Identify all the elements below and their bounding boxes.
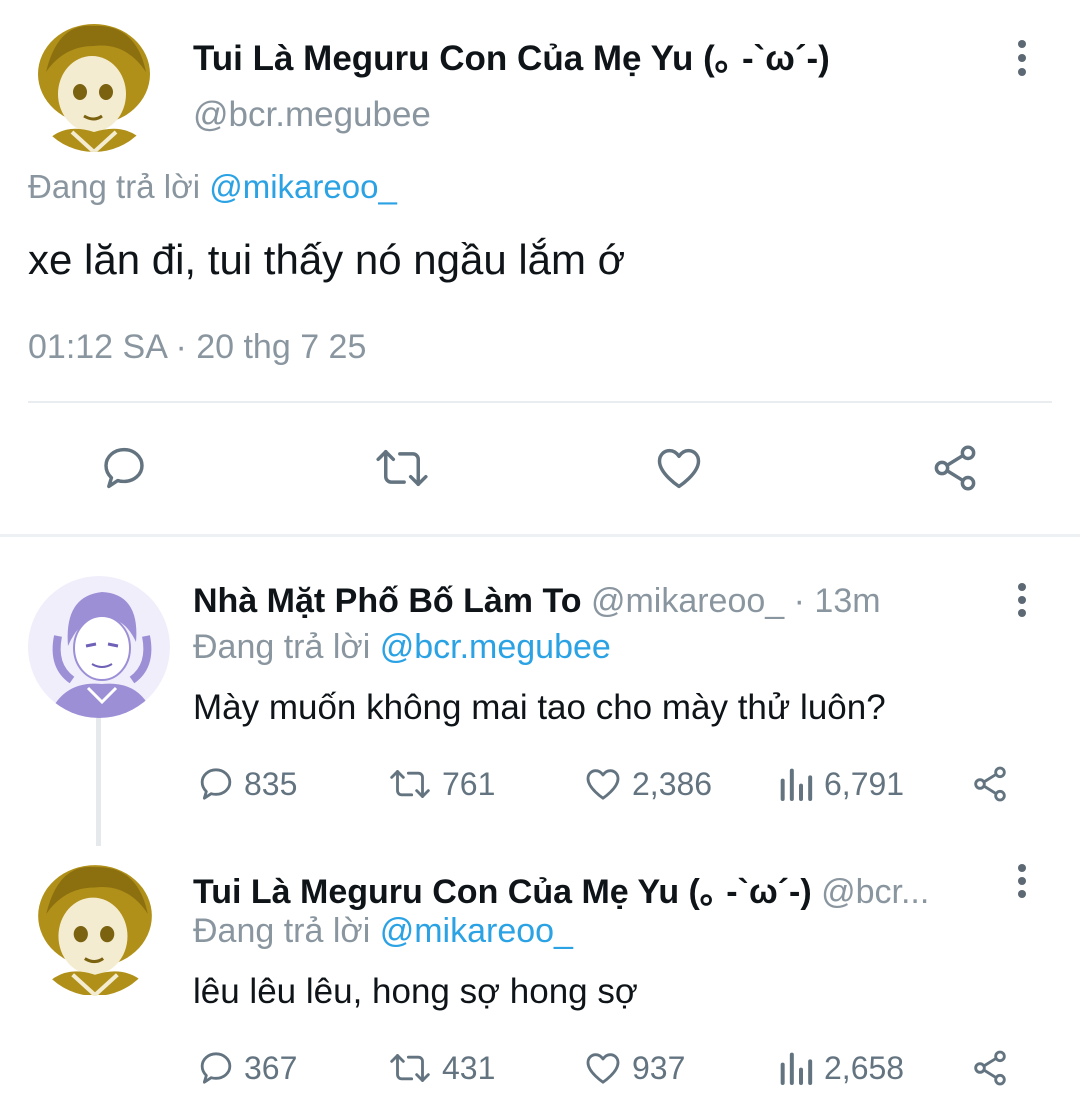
replying-to-prefix: Đang trả lời — [28, 168, 210, 205]
reply-icon — [104, 447, 144, 489]
reply-count: 835 — [244, 765, 298, 802]
like-icon — [586, 1053, 620, 1084]
more-options-icon[interactable] — [1017, 583, 1027, 617]
reply-text: lêu lêu lêu, hong sợ hong sợ — [193, 972, 638, 1011]
tweet-text: xe lăn đi, tui thấy nó ngầu lắm ớ — [28, 236, 626, 283]
replying-to-link[interactable]: @mikareoo_ — [209, 168, 397, 205]
avatar-image — [28, 576, 170, 718]
retweet-icon — [390, 770, 430, 798]
replying-to-prefix: Đang trả lời — [193, 628, 380, 666]
divider — [28, 401, 1052, 403]
reply-button[interactable]: 367 — [196, 1048, 297, 1088]
retweet-button[interactable]: 761 — [386, 764, 495, 804]
replying-to-link[interactable]: @mikareoo_ — [380, 912, 573, 950]
replying-to: Đang trả lời @bcr.megubee — [193, 628, 611, 667]
replying-to: Đang trả lời @mikareoo_ — [28, 168, 397, 206]
share-button[interactable] — [968, 764, 1012, 804]
avatar[interactable] — [28, 852, 162, 996]
views-button[interactable]: 2,658 — [776, 1048, 904, 1088]
display-name[interactable]: Nhà Mặt Phố Bố Làm To — [193, 582, 581, 620]
like-icon — [657, 448, 701, 489]
like-icon — [586, 769, 620, 800]
reply-button[interactable]: 835 — [196, 764, 297, 804]
replying-to: Đang trả lời @mikareoo_ — [193, 912, 573, 951]
share-button[interactable] — [968, 1048, 1012, 1088]
share-icon — [934, 445, 976, 491]
avatar-image — [28, 852, 162, 996]
like-button[interactable] — [652, 442, 706, 494]
reply-button[interactable] — [98, 442, 150, 494]
avatar-image — [28, 12, 160, 152]
handle-and-time[interactable]: @mikareoo_ · 13m — [591, 582, 881, 620]
share-icon — [974, 1050, 1006, 1086]
thread-line — [96, 718, 101, 846]
views-icon — [780, 1052, 813, 1085]
retweet-button[interactable]: 431 — [386, 1048, 495, 1088]
views-button[interactable]: 6,791 — [776, 764, 904, 804]
reply-header: Tui Là Meguru Con Của Mẹ Yu (｡ -`ω´-) @b… — [193, 864, 929, 913]
display-name[interactable]: Tui Là Meguru Con Của Mẹ Yu (｡ -`ω´-) — [193, 30, 830, 81]
like-count: 2,386 — [632, 765, 713, 802]
retweet-count: 761 — [442, 765, 496, 802]
tweet-timestamp[interactable]: 01:12 SA · 20 thg 7 25 — [28, 328, 366, 367]
reply-icon — [200, 768, 232, 800]
share-button[interactable] — [928, 442, 982, 494]
like-button[interactable]: 937 — [582, 1048, 685, 1088]
more-options-icon[interactable] — [1017, 40, 1027, 76]
views-count: 6,791 — [824, 765, 905, 802]
handle-and-time[interactable]: @bcr... — [821, 873, 929, 911]
reply-icon — [200, 1052, 232, 1084]
like-count: 937 — [632, 1049, 686, 1086]
avatar[interactable] — [28, 12, 160, 152]
replying-to-prefix: Đang trả lời — [193, 912, 380, 950]
views-count: 2,658 — [824, 1049, 905, 1086]
reply-count: 367 — [244, 1049, 298, 1086]
retweet-count: 431 — [442, 1049, 496, 1086]
views-icon — [780, 768, 813, 801]
replying-to-link[interactable]: @bcr.megubee — [380, 628, 611, 666]
reply-header: Nhà Mặt Phố Bố Làm To @mikareoo_ · 13m — [193, 582, 881, 621]
user-handle[interactable]: @bcr.megubee — [193, 95, 431, 135]
retweet-icon — [376, 450, 428, 486]
reply-text: Mày muốn không mai tao cho mày thử luôn? — [193, 688, 886, 727]
share-icon — [974, 766, 1006, 802]
display-name[interactable]: Tui Là Meguru Con Của Mẹ Yu (｡ -`ω´-) — [193, 873, 812, 911]
like-button[interactable]: 2,386 — [582, 764, 712, 804]
retweet-button[interactable] — [372, 442, 432, 494]
avatar[interactable] — [28, 576, 170, 718]
section-divider — [0, 534, 1080, 537]
more-options-icon[interactable] — [1017, 864, 1027, 898]
retweet-icon — [390, 1054, 430, 1082]
